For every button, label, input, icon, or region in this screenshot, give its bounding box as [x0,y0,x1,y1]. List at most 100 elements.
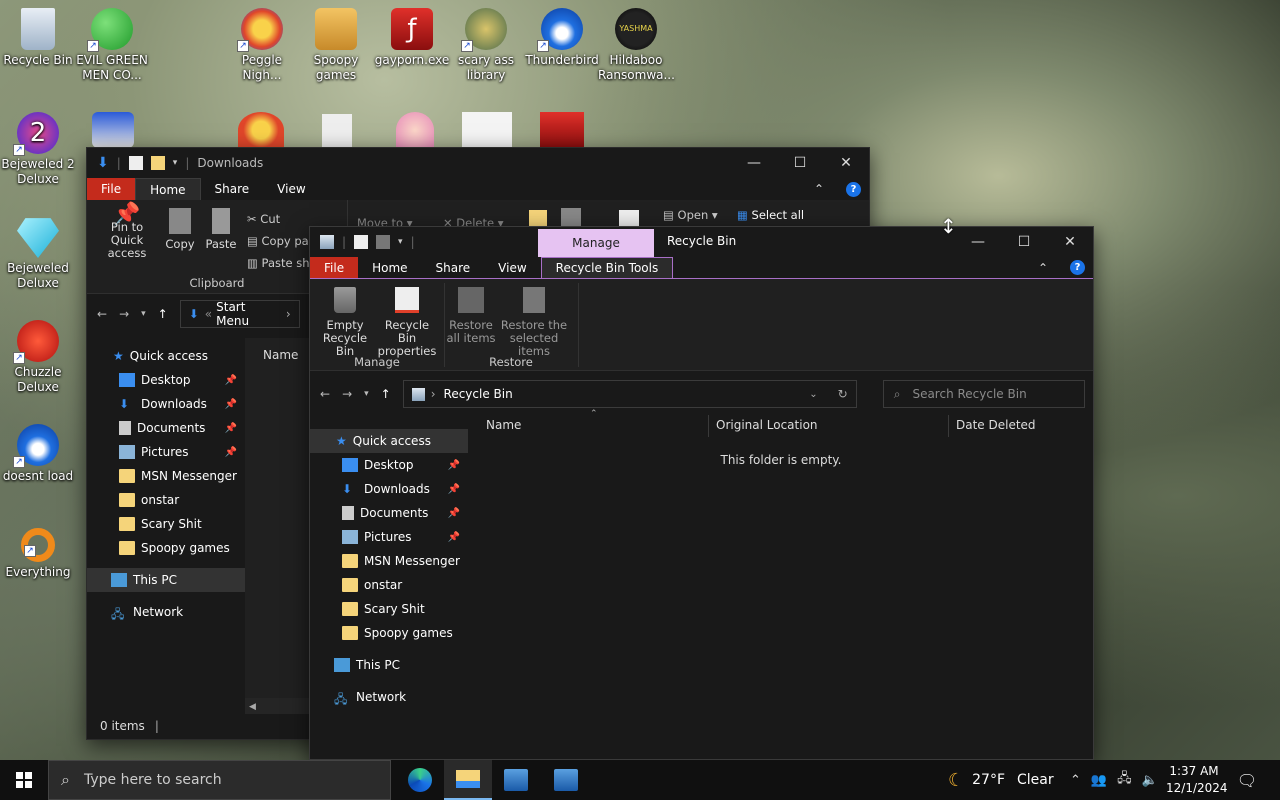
desktop-icon-bejeweled[interactable]: ↗ Bejeweled Deluxe [0,216,76,291]
document-icon[interactable] [322,114,352,148]
maximize-button[interactable]: ☐ [1001,227,1047,257]
desktop-icon-chuzzle[interactable]: ↗ Chuzzle Deluxe [0,320,76,395]
pixel-cat-icon[interactable] [462,112,512,148]
weather-widget[interactable]: ☾ 27°F Clear [948,760,1054,800]
people-icon[interactable]: 👥 [1091,773,1107,788]
desktop-icon-scary-library[interactable]: ↗ scary ass library [448,8,524,83]
column-header-name[interactable]: Name [245,338,309,372]
paste-button[interactable]: Paste [205,208,237,251]
nav-msn-messenger[interactable]: MSN Messenger [310,549,468,573]
paste-shortcut-button[interactable]: ▥ Paste sh [247,252,310,274]
nav-desktop[interactable]: Desktop 📌 [87,368,245,392]
up-arrow-icon[interactable]: ↑ [381,387,391,401]
undo-icon[interactable] [376,235,391,249]
tab-file[interactable]: File [310,257,359,278]
chevron-down-icon[interactable]: ▾ [398,237,403,247]
volume-icon[interactable]: 🔈 [1142,773,1158,788]
close-button[interactable]: ✕ [823,148,869,178]
help-icon[interactable]: ? [1070,260,1085,275]
nav-msn-messenger[interactable]: MSN Messenger [87,464,245,488]
title-bar[interactable]: | ▾ | Manage Recycle Bin — ☐ ✕ [310,227,1093,257]
new-item-icon[interactable] [561,208,581,226]
restore-all-items-button[interactable]: Restore all items [446,287,496,345]
desktop-icon-bejeweled-2[interactable]: 2 ↗ Bejeweled 2 Deluxe [0,112,76,187]
start-button[interactable] [0,760,48,800]
tab-home[interactable]: Home [135,178,201,200]
nav-downloads[interactable]: ⬇ Downloads 📌 [87,392,245,416]
nav-onstar[interactable]: onstar [87,488,245,512]
collapse-ribbon-icon[interactable]: ⌃ [1024,257,1062,278]
show-hidden-icons-chevron-icon[interactable]: ⌃ [1070,773,1081,788]
recycle-bin-properties-button[interactable]: Recycle Bin properties [376,287,438,358]
tab-home[interactable]: Home [358,257,421,278]
pin-quick-access-button[interactable]: 📌 Pin to Quick access [93,204,161,260]
desktop-icon-spoopy-games[interactable]: Spoopy games [298,8,374,83]
cut-button[interactable]: ✂ Cut [247,208,310,230]
chevron-down-icon[interactable]: ▾ [173,158,178,168]
new-folder-icon[interactable] [529,210,547,226]
nav-this-pc[interactable]: This PC [310,653,468,677]
copy-button[interactable]: Copy [165,208,195,251]
recent-locations-icon[interactable]: ▾ [364,389,369,399]
desktop-icon-peggle[interactable]: ↗ Peggle Nigh... [224,8,300,83]
title-bar[interactable]: ⬇ | ▾ | Downloads — ☐ ✕ [87,148,869,178]
up-arrow-icon[interactable]: ↑ [158,307,168,321]
nav-pictures[interactable]: Pictures 📌 [87,440,245,464]
column-header-original-location[interactable]: Original Location [716,418,818,432]
peggle-icon[interactable] [238,112,284,148]
nav-documents[interactable]: Documents 📌 [87,416,245,440]
minimize-button[interactable]: — [731,148,777,178]
desktop-icon-hildaboo[interactable]: YASHMA Hildaboo Ransomwa... [598,8,675,83]
copy-path-button[interactable]: ▤ Copy pa [247,230,310,252]
refresh-icon[interactable]: ↻ [838,387,848,401]
tab-view[interactable]: View [263,178,319,200]
taskbar-app-button-2[interactable] [542,760,590,800]
close-button[interactable]: ✕ [1047,227,1093,257]
file-list[interactable]: Name ⌃ Original Location Date Deleted Th… [468,409,1093,759]
scroll-left-icon[interactable]: ◀ [245,702,256,712]
forward-arrow-icon[interactable]: → [342,387,352,401]
taskbar-file-explorer-button[interactable] [444,760,492,800]
recycle-bin-window[interactable]: | ▾ | Manage Recycle Bin — ☐ ✕ File Home… [309,226,1094,760]
new-folder-icon[interactable] [150,156,165,170]
taskbar-search-box[interactable]: ⌕ Type here to search [48,760,391,800]
nav-network[interactable]: 🖧 Network [310,685,468,709]
horizontal-scrollbar[interactable]: ◀ [245,698,309,714]
desktop-icon-everything[interactable]: ↗ Everything [0,528,76,580]
clock[interactable]: 1:37 AM 12/1/2024 [1166,763,1228,797]
nav-this-pc[interactable]: This PC [87,568,245,592]
forward-arrow-icon[interactable]: → [119,307,129,321]
search-box[interactable]: ⌕ Search Recycle Bin [882,380,1085,408]
nav-network[interactable]: 🖧 Network [87,600,245,624]
open-button[interactable]: ▤ Open ▾ [663,208,718,222]
nav-downloads[interactable]: ⬇ Downloads 📌 [310,477,468,501]
desktop-icon-recycle-bin[interactable]: Recycle Bin [0,8,76,68]
address-dropdown-icon[interactable]: ⌄ [809,389,817,400]
back-arrow-icon[interactable]: ← [320,387,330,401]
desktop-icon-thunderbird[interactable]: ↗ Thunderbird [524,8,600,68]
nav-onstar[interactable]: onstar [310,573,468,597]
nav-quick-access[interactable]: ★ Quick access [87,344,245,368]
collapse-ribbon-icon[interactable]: ⌃ [800,178,838,200]
properties-icon[interactable] [354,235,369,249]
help-icon[interactable]: ? [846,181,861,197]
tab-share[interactable]: Share [422,257,485,278]
address-bar[interactable]: ⬇ « Start Menu › [179,300,300,328]
restore-selected-items-button[interactable]: Restore the selected items [496,287,572,358]
taskbar-app-button-1[interactable] [492,760,540,800]
desktop-icon-evil-green-men[interactable]: ↗ EVIL GREEN MEN CO... [74,8,150,83]
flash-icon[interactable] [540,112,584,148]
manage-context-tab[interactable]: Manage [538,229,654,257]
taskbar-edge-button[interactable] [396,760,444,800]
address-bar[interactable]: › Recycle Bin ⌄ ↻ [402,380,857,408]
column-header-name[interactable]: Name [486,418,521,432]
minimize-button[interactable]: — [955,227,1001,257]
anime-icon[interactable] [396,112,434,148]
back-arrow-icon[interactable]: ← [97,307,107,321]
nav-pictures[interactable]: Pictures 📌 [310,525,468,549]
nav-scary-shit[interactable]: Scary Shit [310,597,468,621]
properties-icon[interactable] [128,156,143,170]
empty-recycle-bin-button[interactable]: Empty Recycle Bin [316,287,374,358]
column-header-date-deleted[interactable]: Date Deleted [956,418,1036,432]
properties-icon[interactable] [619,210,639,226]
